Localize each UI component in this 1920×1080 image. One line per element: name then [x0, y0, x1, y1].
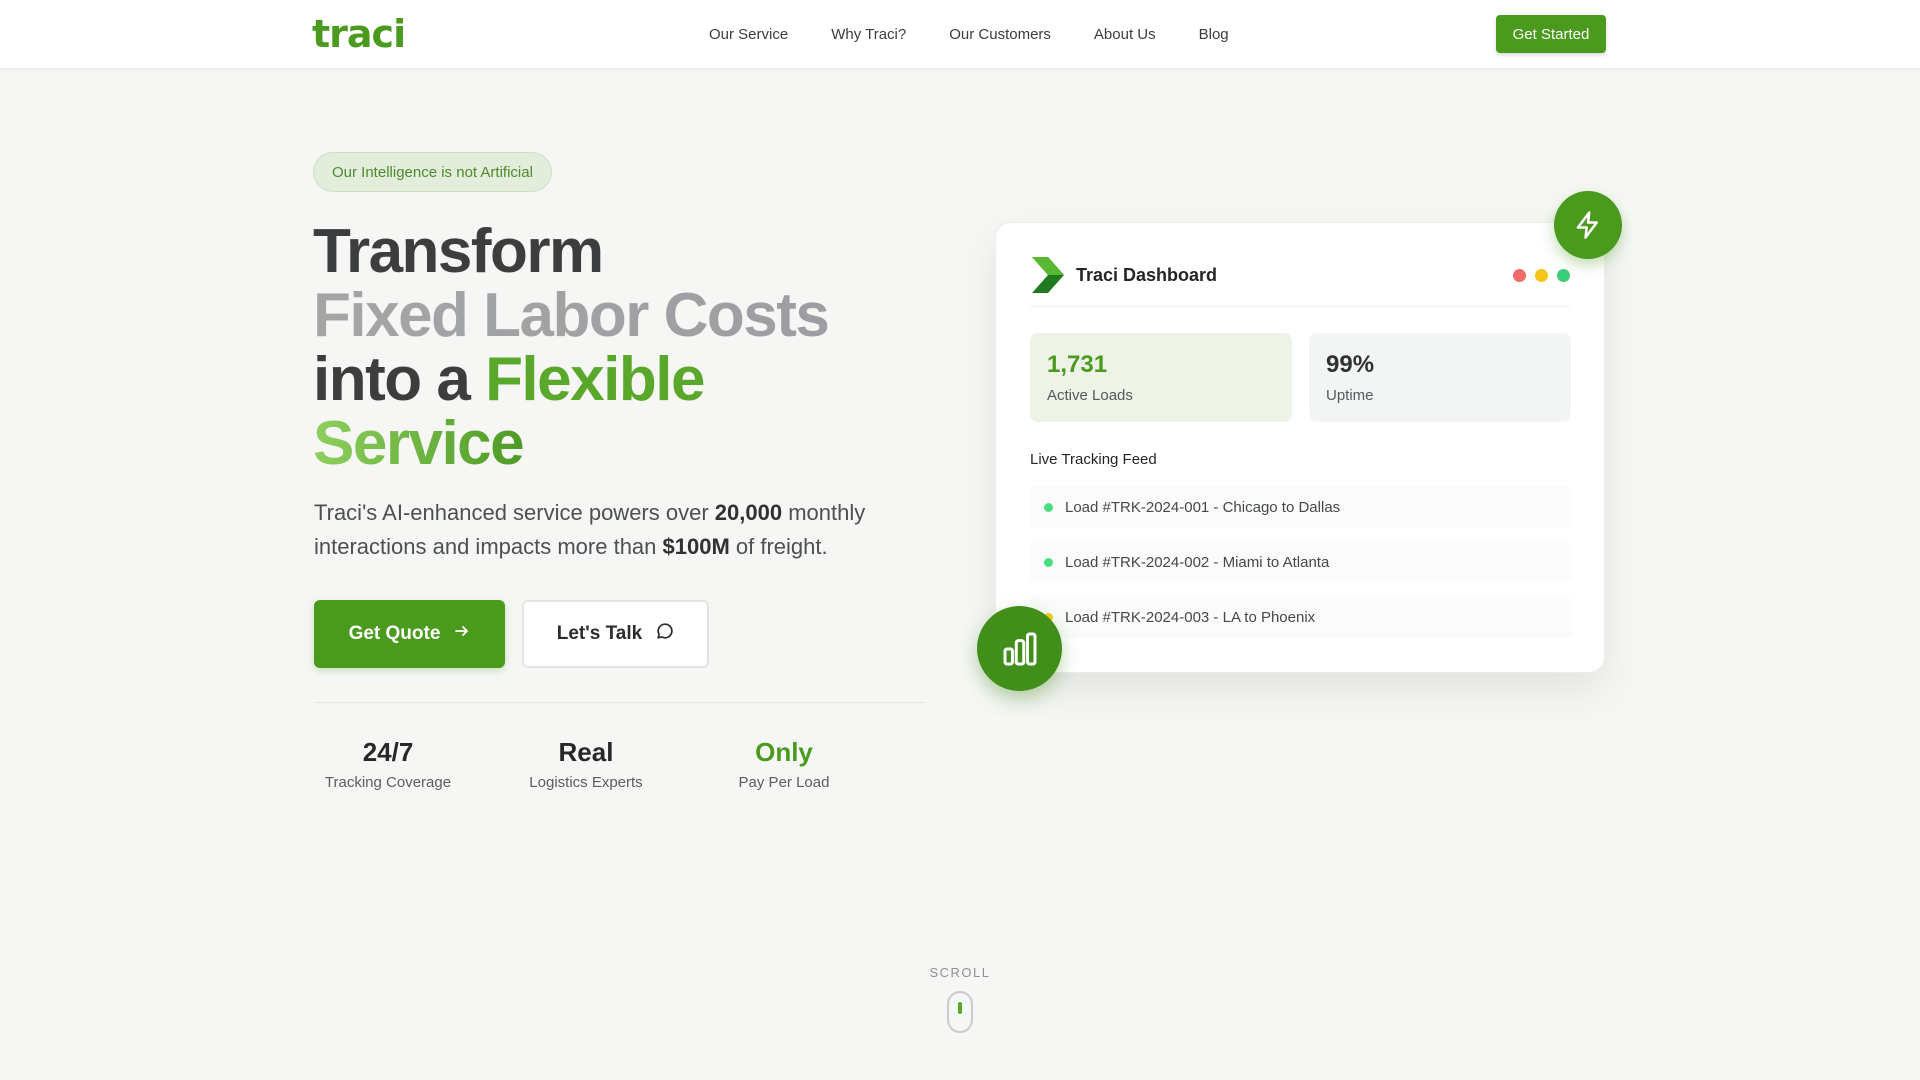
metric-label: Uptime — [1326, 387, 1374, 404]
arrow-right-icon — [454, 623, 470, 645]
feed-item[interactable]: Load #TRK-2024-002 - Miami to Atlanta — [1030, 541, 1572, 583]
top-nav: traci Our Service Why Traci? Our Custome… — [0, 0, 1920, 68]
metric-value: 1,731 — [1047, 351, 1108, 378]
bar-chart-icon — [977, 606, 1062, 691]
metric-value: 99% — [1326, 351, 1375, 378]
yellow-dot-icon — [1535, 269, 1548, 282]
hero-headline: Transform Fixed Labor Costs into a Flexi… — [313, 220, 953, 476]
dashboard-header: Traci Dashboard — [1030, 257, 1570, 307]
stat-pricing: Only Pay Per Load — [689, 736, 879, 791]
feed-item[interactable]: Load #TRK-2024-001 - Chicago to Dallas — [1030, 486, 1572, 528]
red-dot-icon — [1513, 269, 1526, 282]
stat-label: Pay Per Load — [738, 774, 830, 791]
stat-experts: Real Logistics Experts — [491, 736, 681, 791]
chat-bubble-icon — [656, 622, 674, 646]
get-quote-label: Get Quote — [348, 623, 441, 644]
get-started-button[interactable]: Get Started — [1496, 15, 1606, 53]
nav-link-blog[interactable]: Blog — [1199, 26, 1229, 43]
status-dot-icon — [1044, 557, 1053, 567]
scroll-label: SCROLL — [929, 965, 991, 980]
feed-title: Live Tracking Feed — [1030, 451, 1157, 468]
subtitle-highlight-interactions: 20,000 — [714, 500, 783, 525]
dashboard-title: Traci Dashboard — [1076, 265, 1218, 285]
metric-active-loads: 1,731 Active Loads — [1030, 333, 1292, 422]
lets-talk-button[interactable]: Let's Talk — [522, 600, 709, 668]
mouse-wheel — [958, 1002, 962, 1014]
headline-line-4: Service — [313, 409, 525, 478]
stat-label: Logistics Experts — [529, 774, 643, 791]
subtitle-text-1: Traci's AI-enhanced service powers over — [314, 500, 715, 525]
nav-link-why-traci[interactable]: Why Traci? — [831, 26, 906, 43]
chevron-logo-icon — [1030, 257, 1064, 298]
stats-divider — [314, 702, 926, 703]
stat-tracking: 24/7 Tracking Coverage — [293, 736, 483, 791]
feed-item-text: Load #TRK-2024-001 - Chicago to Dallas — [1065, 498, 1341, 516]
mouse-icon[interactable] — [947, 991, 973, 1033]
headline-line-1: Transform — [313, 217, 604, 286]
dashboard-card: Traci Dashboard 1,731 Active Loads 99% U… — [995, 222, 1605, 673]
tagline-badge: Our Intelligence is not Artificial — [313, 152, 552, 192]
hero-subtitle: Traci's AI-enhanced service powers over … — [314, 496, 914, 564]
nav-link-our-service[interactable]: Our Service — [709, 26, 788, 43]
nav-links: Our Service Why Traci? Our Customers Abo… — [709, 0, 1272, 68]
lets-talk-label: Let's Talk — [556, 623, 643, 644]
get-quote-button[interactable]: Get Quote — [314, 600, 505, 668]
nav-link-about-us[interactable]: About Us — [1094, 26, 1156, 43]
headline-line-2: Fixed Labor Costs — [313, 281, 830, 350]
feed-item-text: Load #TRK-2024-002 - Miami to Atlanta — [1065, 553, 1330, 571]
nav-link-our-customers[interactable]: Our Customers — [949, 26, 1051, 43]
subtitle-highlight-freight: $100M — [662, 534, 730, 559]
stat-label: Tracking Coverage — [324, 774, 452, 791]
stat-value: 24/7 — [362, 737, 414, 767]
subtitle-text-3: of freight. — [729, 534, 828, 559]
feed-item[interactable]: Load #TRK-2024-003 - LA to Phoenix — [1030, 596, 1572, 638]
feed-item-text: Load #TRK-2024-003 - LA to Phoenix — [1065, 608, 1316, 626]
brand-logo[interactable]: traci — [312, 12, 406, 56]
metric-label: Active Loads — [1047, 387, 1133, 404]
green-dot-icon — [1557, 269, 1570, 282]
headline-line-3-prefix: into a — [313, 345, 486, 414]
headline-accent: Flexible — [485, 345, 705, 414]
bolt-icon — [1554, 191, 1622, 259]
metric-uptime: 99% Uptime — [1309, 333, 1571, 422]
stat-value: Real — [558, 737, 614, 767]
status-dot-icon — [1044, 502, 1053, 512]
window-dots — [1513, 269, 1570, 282]
stat-value: Only — [755, 737, 813, 767]
